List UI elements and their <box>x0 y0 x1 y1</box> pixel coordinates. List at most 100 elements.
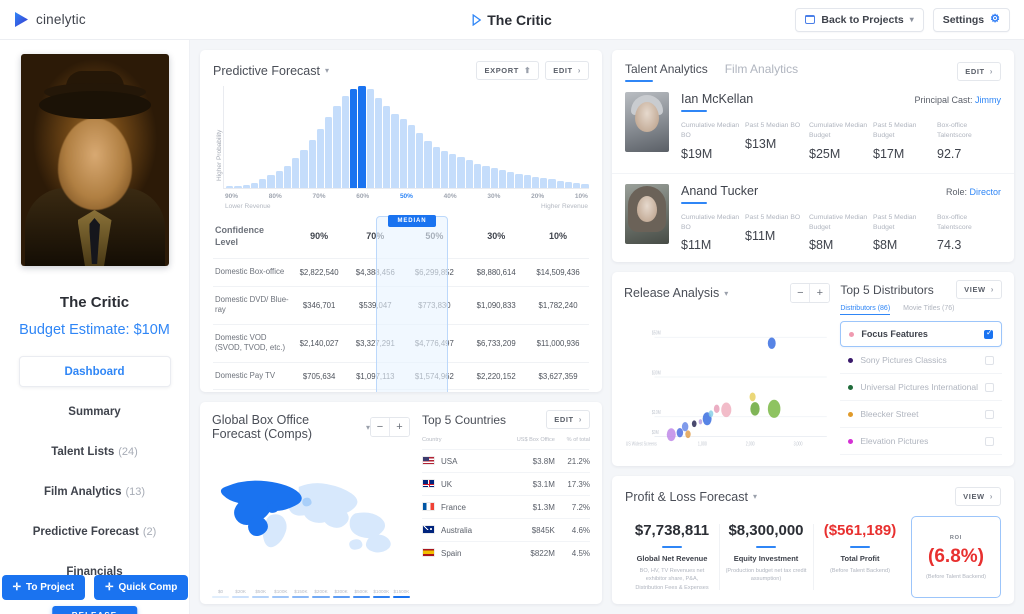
edit-countries-button[interactable]: EDIT › <box>546 410 590 429</box>
distributor-checkbox[interactable] <box>985 382 994 392</box>
list-item[interactable]: Sony Pictures Classics <box>840 347 1002 374</box>
histogram-bars[interactable] <box>223 86 589 189</box>
scatter-point[interactable] <box>681 422 689 432</box>
list-item[interactable]: Elevation Pictures <box>840 428 1002 455</box>
world-map[interactable] <box>212 445 410 585</box>
scatter-point[interactable] <box>708 410 714 418</box>
settings-button[interactable]: Settings ⚙ <box>932 7 1010 32</box>
quick-comp-label: Quick Comp <box>118 582 178 593</box>
scatter-point[interactable] <box>698 419 703 425</box>
talent-info: Anand Tucker Role: Director Cumulative M… <box>681 184 1001 252</box>
scatter-zoom-out-button[interactable]: − <box>791 284 811 302</box>
export-button[interactable]: EXPORT ⬆ <box>476 61 540 80</box>
scatter-point[interactable] <box>666 428 676 442</box>
cell-value: $225,803 <box>291 389 348 392</box>
scatter-point[interactable] <box>767 399 781 418</box>
tab-distributors[interactable]: Distributors (86) <box>840 305 891 315</box>
country-name: UK <box>441 480 453 489</box>
view-label: VIEW <box>963 492 985 501</box>
quick-comp-button[interactable]: ✛ Quick Comp <box>94 575 189 600</box>
brand[interactable]: cinelytic <box>0 11 190 28</box>
distributor-checkbox[interactable] <box>984 329 993 339</box>
scatter-point[interactable] <box>691 420 697 428</box>
tab-film-analytics[interactable]: Film Analytics <box>725 62 798 82</box>
scatter-zoom-in-button[interactable]: + <box>810 284 830 302</box>
sidebar-item-film-analytics[interactable]: Film Analytics (13) <box>19 476 171 507</box>
release-scatter-panel: Release Analysis ▾ − + $50M $30M $10M $0… <box>612 272 836 466</box>
distributor-name: Elevation Pictures <box>860 436 929 446</box>
distributor-checkbox[interactable] <box>985 436 994 446</box>
scatter-point[interactable] <box>685 430 691 439</box>
legend-step: $150K <box>292 589 310 598</box>
pl-value: $7,738,811 <box>634 522 710 539</box>
histogram-bar <box>325 116 333 188</box>
map-zoom-in-button[interactable]: + <box>390 418 409 436</box>
sidebar-item-talent-lists[interactable]: Talent Lists (24) <box>19 436 171 467</box>
edit-talent-button[interactable]: EDIT › <box>957 62 1001 81</box>
scatter-point[interactable] <box>749 392 756 402</box>
distributor-checkbox[interactable] <box>985 355 994 365</box>
pct-cell: 21.2% <box>554 449 590 473</box>
global-box-office-title[interactable]: Global Box Office Forecast (Comps) ▾ <box>212 413 370 441</box>
list-item[interactable]: Universal Pictures International <box>840 374 1002 401</box>
release-scatter-chart[interactable]: $50M $30M $10M $0M 1,000 2,000 3,000 US Widest … <box>624 307 830 460</box>
legend-tick: $100K <box>274 588 288 594</box>
release-analysis-title[interactable]: Release Analysis ▾ <box>624 286 728 300</box>
distributor-name: Focus Features <box>861 329 928 339</box>
histogram-bar <box>482 165 490 188</box>
tab-talent-analytics[interactable]: Talent Analytics <box>625 62 708 82</box>
list-item[interactable]: Focus Features <box>840 321 1002 347</box>
map-zoom-out-button[interactable]: − <box>371 418 390 436</box>
cell-value: $503,988 <box>403 389 466 392</box>
tab-movie-titles[interactable]: Movie Titles (76) <box>903 305 954 315</box>
legend-swatch <box>352 595 370 598</box>
histogram-bar <box>523 174 531 188</box>
sidebar-item-predictive-forecast[interactable]: Predictive Forecast (2) <box>19 516 171 547</box>
table-row[interactable]: UK $3.1M 17.3% <box>422 472 590 496</box>
cinelytic-logo-icon <box>14 11 29 28</box>
cell-value: $1,782,240 <box>527 286 589 325</box>
cell-value: $705,634 <box>291 362 348 391</box>
talent-name[interactable]: Anand Tucker <box>681 184 758 204</box>
profit-loss-title-text: Profit & Loss Forecast <box>625 489 748 504</box>
scatter-point[interactable] <box>750 402 760 416</box>
profit-loss-title[interactable]: Profit & Loss Forecast ▾ <box>625 490 757 504</box>
sidebar-item-dashboard[interactable]: Dashboard <box>18 356 171 387</box>
to-project-button[interactable]: ✛ To Project <box>1 575 86 600</box>
box-office-header: US$ Box Office <box>497 433 555 450</box>
talent-role-value[interactable]: Director <box>969 187 1001 197</box>
legend-step: $200K <box>312 589 330 598</box>
histogram-bar <box>242 184 250 188</box>
talent-name[interactable]: Ian McKellan <box>681 92 753 112</box>
histogram-bar <box>407 124 416 188</box>
pl-value: $8,300,000 <box>728 522 804 539</box>
stat-key: Past 5 Median Budget <box>873 213 917 231</box>
cell-value: $4,388,456 <box>347 258 404 287</box>
predictive-forecast-title[interactable]: Predictive Forecast ▾ <box>213 64 329 78</box>
release-badge[interactable]: RELEASE <box>51 606 138 614</box>
sidebar-item-label: Predictive Forecast <box>32 525 139 538</box>
y-tick-label: $30M <box>652 370 661 376</box>
scatter-point[interactable] <box>676 428 684 438</box>
sidebar-item-label: Film Analytics <box>43 485 122 498</box>
talent-role: Role: Director <box>946 187 1001 197</box>
distributor-checkbox[interactable] <box>985 409 994 419</box>
table-row[interactable]: Spain $822M 4.5% <box>422 542 590 565</box>
view-pl-button[interactable]: VIEW › <box>955 487 1001 506</box>
list-item[interactable]: Bleecker Street <box>840 401 1002 428</box>
scatter-point[interactable] <box>767 337 776 349</box>
sidebar-item-summary[interactable]: Summary <box>19 396 171 427</box>
lower-revenue-label: Lower Revenue <box>225 203 271 210</box>
view-distributors-button[interactable]: VIEW › <box>956 280 1002 299</box>
scatter-point[interactable] <box>713 404 720 413</box>
histogram-bar <box>259 178 267 188</box>
back-to-projects-button[interactable]: Back to Projects ▾ <box>795 7 924 32</box>
table-row[interactable]: France $1.3M 7.2% <box>422 495 590 519</box>
edit-forecast-button[interactable]: EDIT › <box>545 61 589 80</box>
histogram-y-caption: Higher Probability <box>216 129 223 181</box>
country-name: France <box>441 503 466 512</box>
scatter-point[interactable] <box>721 402 732 418</box>
talent-role-value[interactable]: Jimmy <box>975 95 1001 105</box>
table-row[interactable]: USA $3.8M 21.2% <box>422 449 590 473</box>
table-row[interactable]: Australia $845K 4.6% <box>422 518 590 542</box>
